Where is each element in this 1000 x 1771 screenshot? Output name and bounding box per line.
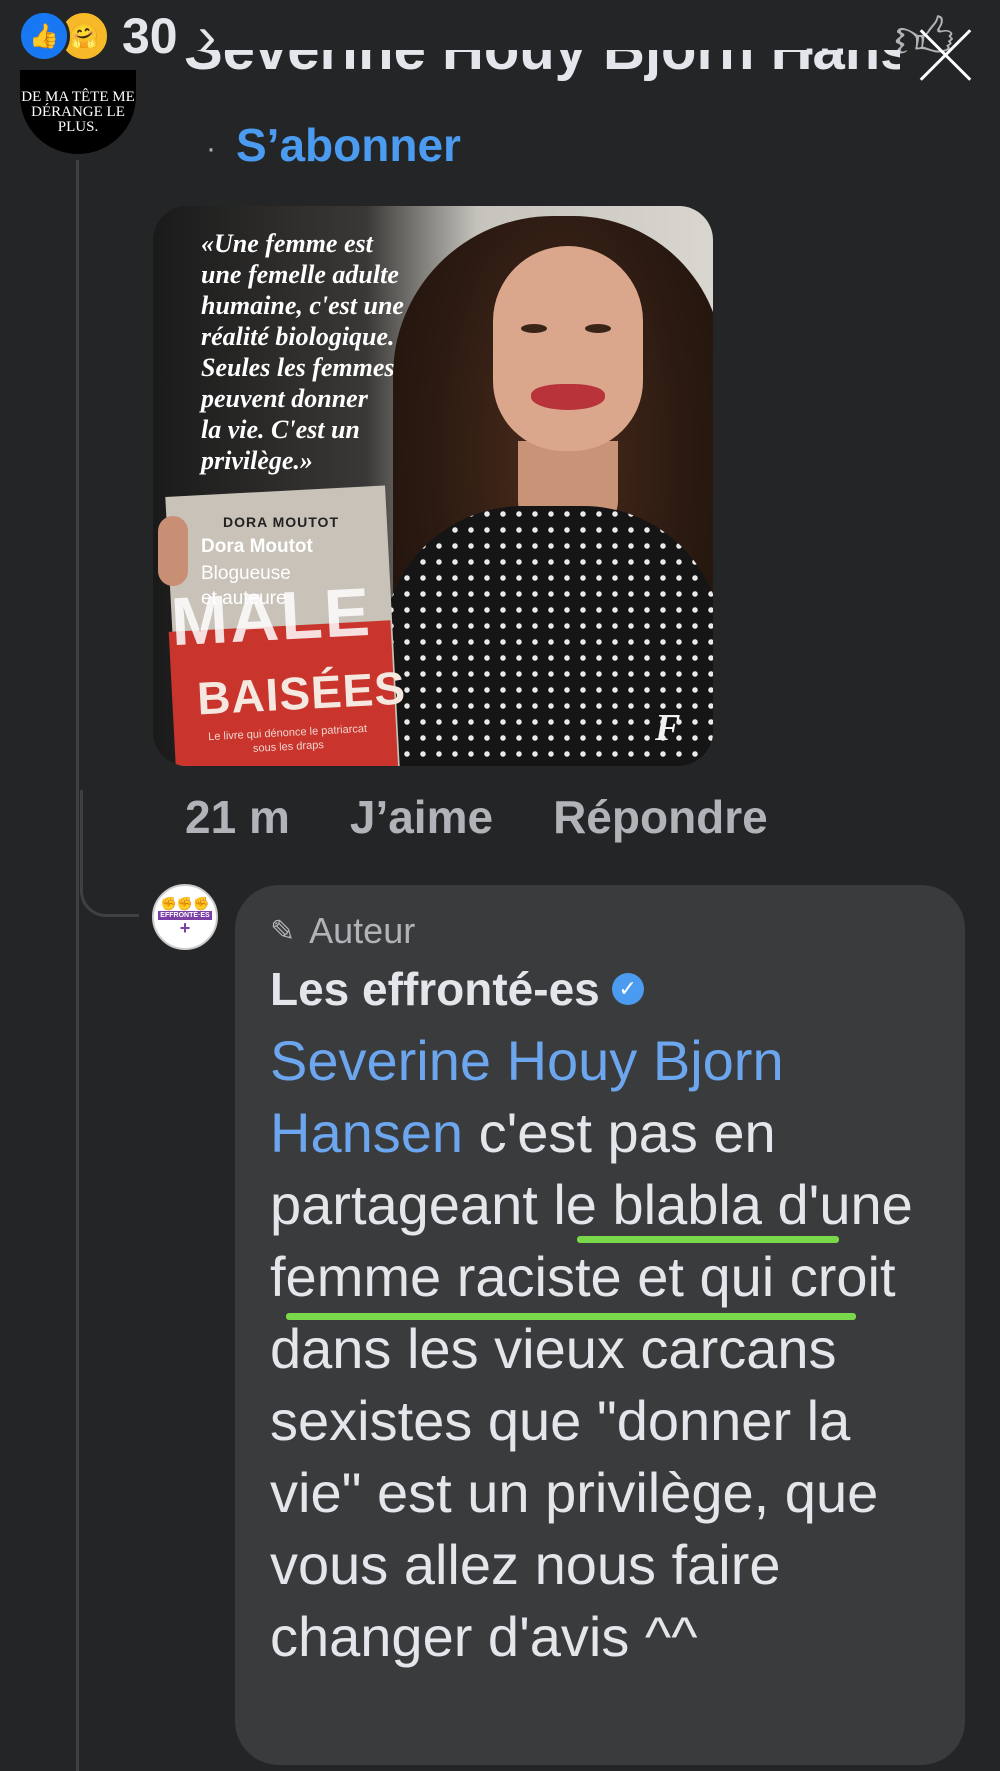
- highlight-underline: [286, 1313, 856, 1320]
- follow-row: · S’abonner: [206, 118, 461, 172]
- female-symbol-icon: +: [179, 918, 191, 938]
- comment-actions: 21 m J’aime Répondre: [185, 790, 828, 844]
- reply-body: Severine Houy Bjorn Hansen c'est pas en …: [270, 1025, 950, 1673]
- close-icon[interactable]: [918, 26, 974, 82]
- book-title: BAISÉES: [195, 661, 408, 725]
- comment-author[interactable]: Severine Houy Bjorn Hansen: [180, 50, 900, 110]
- pencil-icon: ✎: [270, 914, 296, 948]
- follow-button[interactable]: S’abonner: [236, 119, 461, 171]
- reply-avatar[interactable]: ✊✊✊ EFFRONTÉ·ES +: [152, 884, 218, 950]
- publisher-logo: F: [655, 707, 681, 749]
- separator-dot: ·: [206, 131, 216, 165]
- reaction-count: 30: [122, 8, 178, 64]
- book-author: DORA MOUTOT: [223, 514, 339, 530]
- photo-face: [493, 246, 643, 451]
- reply-connector: [80, 790, 139, 917]
- image-quote: «Une femme est une femelle adulte humain…: [201, 229, 404, 475]
- highlight-underline: [577, 1236, 839, 1243]
- author-badge: ✎ Auteur: [270, 910, 415, 952]
- reply-body-text: c'est pas en partageant le blabla d'une …: [270, 1101, 913, 1668]
- reply-author-name[interactable]: Les effronté-es: [270, 962, 600, 1016]
- like-button[interactable]: J’aime: [350, 790, 493, 844]
- comment-time: 21 m: [185, 791, 290, 843]
- photo-hand: [158, 516, 188, 586]
- photo-eye: [585, 324, 611, 333]
- verified-icon: ✓: [611, 973, 644, 1005]
- comment-author-name[interactable]: Severine Houy Bjorn Hansen: [184, 50, 900, 83]
- photo-eye: [521, 324, 547, 333]
- reply-author[interactable]: Les effronté-es ✓: [270, 962, 644, 1016]
- comment-image[interactable]: DORA MOUTOT MALE BAISÉES Le livre qui dé…: [153, 206, 713, 766]
- thread-line: [76, 160, 79, 1771]
- author-badge-label: Auteur: [309, 910, 416, 951]
- reply-button[interactable]: Répondre: [553, 790, 768, 844]
- fists-icon: ✊✊✊: [160, 896, 210, 911]
- avatar[interactable]: DE MA TÊTE ME DÉRANGE LE PLUS.: [20, 70, 136, 154]
- photo-lips: [531, 384, 605, 410]
- image-person-role: Blogueuse et auteure: [201, 563, 291, 609]
- like-icon: 👍: [18, 10, 70, 62]
- image-person-name: Dora Moutot: [201, 536, 313, 557]
